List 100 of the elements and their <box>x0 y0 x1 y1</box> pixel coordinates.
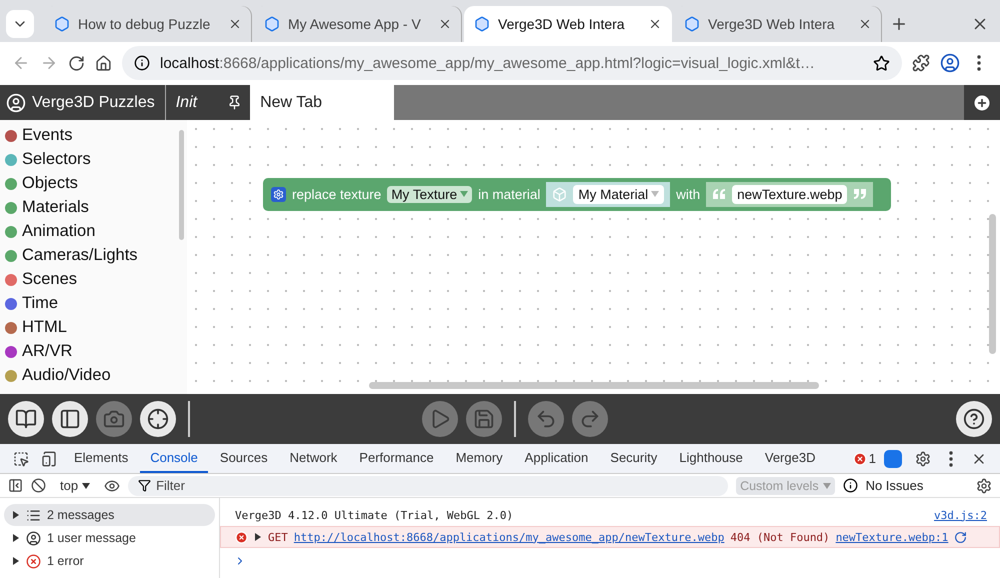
issues-label[interactable]: No Issues <box>866 478 924 493</box>
browser-tab[interactable]: How to debug Puzzle <box>44 6 252 42</box>
category-item[interactable]: Animation <box>5 220 187 244</box>
app-logo-icon <box>684 16 700 32</box>
category-item[interactable]: Scenes <box>5 268 187 292</box>
cube-icon <box>552 186 568 202</box>
context-selector[interactable]: top <box>54 478 96 493</box>
devtools-tab[interactable]: Performance <box>349 444 444 473</box>
block-dropdown[interactable]: My Texture <box>387 186 472 203</box>
filter-field[interactable]: Filter <box>128 476 728 496</box>
save-icon <box>473 408 495 430</box>
error-icon <box>235 530 248 544</box>
vertical-scrollbar[interactable] <box>989 214 996 354</box>
category-item[interactable]: Time <box>5 292 187 316</box>
browser-tab[interactable]: My Awesome App - V <box>254 6 462 42</box>
puzzle-tab[interactable]: New Tab <box>250 85 394 120</box>
address-bar[interactable]: localhost:8668/applications/my_awesome_app/my_awesome_app.html?logic=visual_logic.xml&t… <box>122 46 902 80</box>
puzzles-logo-icon <box>6 92 26 113</box>
home-button[interactable] <box>95 54 112 72</box>
tab-title: My Awesome App - V <box>288 16 422 32</box>
app-title: Verge3D Puzzles <box>32 94 155 112</box>
devtools-tab[interactable]: Application <box>514 444 598 473</box>
category-item[interactable]: Selectors <box>5 148 187 172</box>
gear-icon <box>271 186 286 202</box>
caret-icon <box>651 190 660 198</box>
close-quote-icon <box>853 188 868 200</box>
devtools-tab[interactable]: Verge3D <box>754 444 826 473</box>
category-item[interactable]: Audio/Video <box>5 364 187 388</box>
eye-icon <box>104 478 120 494</box>
error-count[interactable]: 1 <box>852 444 876 473</box>
category-item[interactable]: Cameras/Lights <box>5 244 187 268</box>
book-button[interactable] <box>8 401 44 438</box>
browser-tab[interactable]: Verge3D Web Intera <box>674 6 882 42</box>
category-item[interactable]: Materials <box>5 196 187 220</box>
request-method: GET <box>268 530 288 544</box>
clear-console-button[interactable] <box>31 478 46 493</box>
source-link[interactable]: newTexture.webp:1 <box>836 530 948 544</box>
reload-icon <box>68 54 85 72</box>
assistant-icon <box>884 450 902 468</box>
puzzle-block[interactable]: replace texture My Texture in material My Material with newTexture.webp <box>263 178 891 211</box>
app-logo-icon <box>264 16 280 32</box>
material-dropdown[interactable]: My Material <box>573 184 664 204</box>
expand-icon <box>254 533 262 541</box>
devices-icon <box>41 450 57 466</box>
console-settings-button[interactable] <box>976 478 992 494</box>
crosshair-button[interactable] <box>140 401 176 438</box>
info-icon[interactable] <box>842 478 858 493</box>
string-field[interactable]: newTexture.webp <box>732 184 848 204</box>
clear-icon <box>31 478 46 493</box>
devtools-tab[interactable]: Sources <box>210 444 278 473</box>
pointer-icon <box>13 450 29 466</box>
category-item[interactable]: HTML <box>5 316 187 340</box>
devtools-tab[interactable]: Lighthouse <box>669 444 753 473</box>
profile-button[interactable] <box>940 53 960 74</box>
tab-title: Verge3D Web Intera <box>498 16 626 32</box>
message-group[interactable]: 1 error <box>4 550 215 572</box>
filter-icon <box>138 478 152 492</box>
open-quote-icon <box>712 188 726 200</box>
settings-icon <box>976 478 992 494</box>
crosshair-icon <box>147 408 169 430</box>
puzzle-tab[interactable]: Init <box>164 85 250 120</box>
caret-icon <box>82 482 90 490</box>
category-item[interactable]: Objects <box>5 172 187 196</box>
expand-icon <box>12 534 20 542</box>
pin-icon[interactable] <box>227 95 242 110</box>
category-item[interactable]: AR/VR <box>5 340 187 364</box>
network-icon[interactable] <box>954 530 968 544</box>
help-button[interactable] <box>956 401 992 438</box>
devtools-tab[interactable]: Security <box>600 444 668 473</box>
block-label: replace texture <box>292 186 382 202</box>
user-icon <box>26 530 41 546</box>
user-icon <box>940 53 960 74</box>
caret-icon <box>822 482 831 490</box>
message-group[interactable]: 2 messages <box>4 504 215 526</box>
sidebar-toggle-button[interactable] <box>8 478 23 493</box>
live-expression-button[interactable] <box>104 478 120 494</box>
horizontal-scrollbar[interactable] <box>369 382 819 390</box>
add-tab-icon[interactable] <box>972 92 992 113</box>
expand-icon <box>12 511 20 519</box>
book-icon <box>15 408 37 430</box>
category-item[interactable]: Events <box>5 124 187 148</box>
puzzle-icon <box>912 54 930 72</box>
devtools-tab[interactable]: Console <box>140 444 208 473</box>
message-group[interactable]: 1 user message <box>4 527 215 549</box>
bookmark-star-icon[interactable] <box>873 54 890 72</box>
panel-icon <box>8 478 23 493</box>
reload-button[interactable] <box>68 54 85 72</box>
menu-icon <box>949 450 953 466</box>
devtools-tab[interactable]: Memory <box>446 444 513 473</box>
request-url-link[interactable]: http://localhost:8668/applications/my_awesome_app/newTexture.webp <box>294 530 724 544</box>
menu-icon <box>977 55 981 72</box>
log-text: Verge3D 4.12.0 Ultimate (Trial, WebGL 2.0) <box>235 508 514 522</box>
extensions-button[interactable] <box>912 54 930 72</box>
browser-tab[interactable]: Verge3D Web Intera <box>464 6 672 42</box>
source-link[interactable]: v3d.js:2 <box>934 508 987 522</box>
tab-title: How to debug Puzzle <box>78 16 212 32</box>
status-text: 404 (Not Found) <box>730 530 830 544</box>
panel-button[interactable] <box>52 401 88 438</box>
devtools-tab[interactable]: Elements <box>64 444 138 473</box>
devtools-tab[interactable]: Network <box>280 444 348 473</box>
